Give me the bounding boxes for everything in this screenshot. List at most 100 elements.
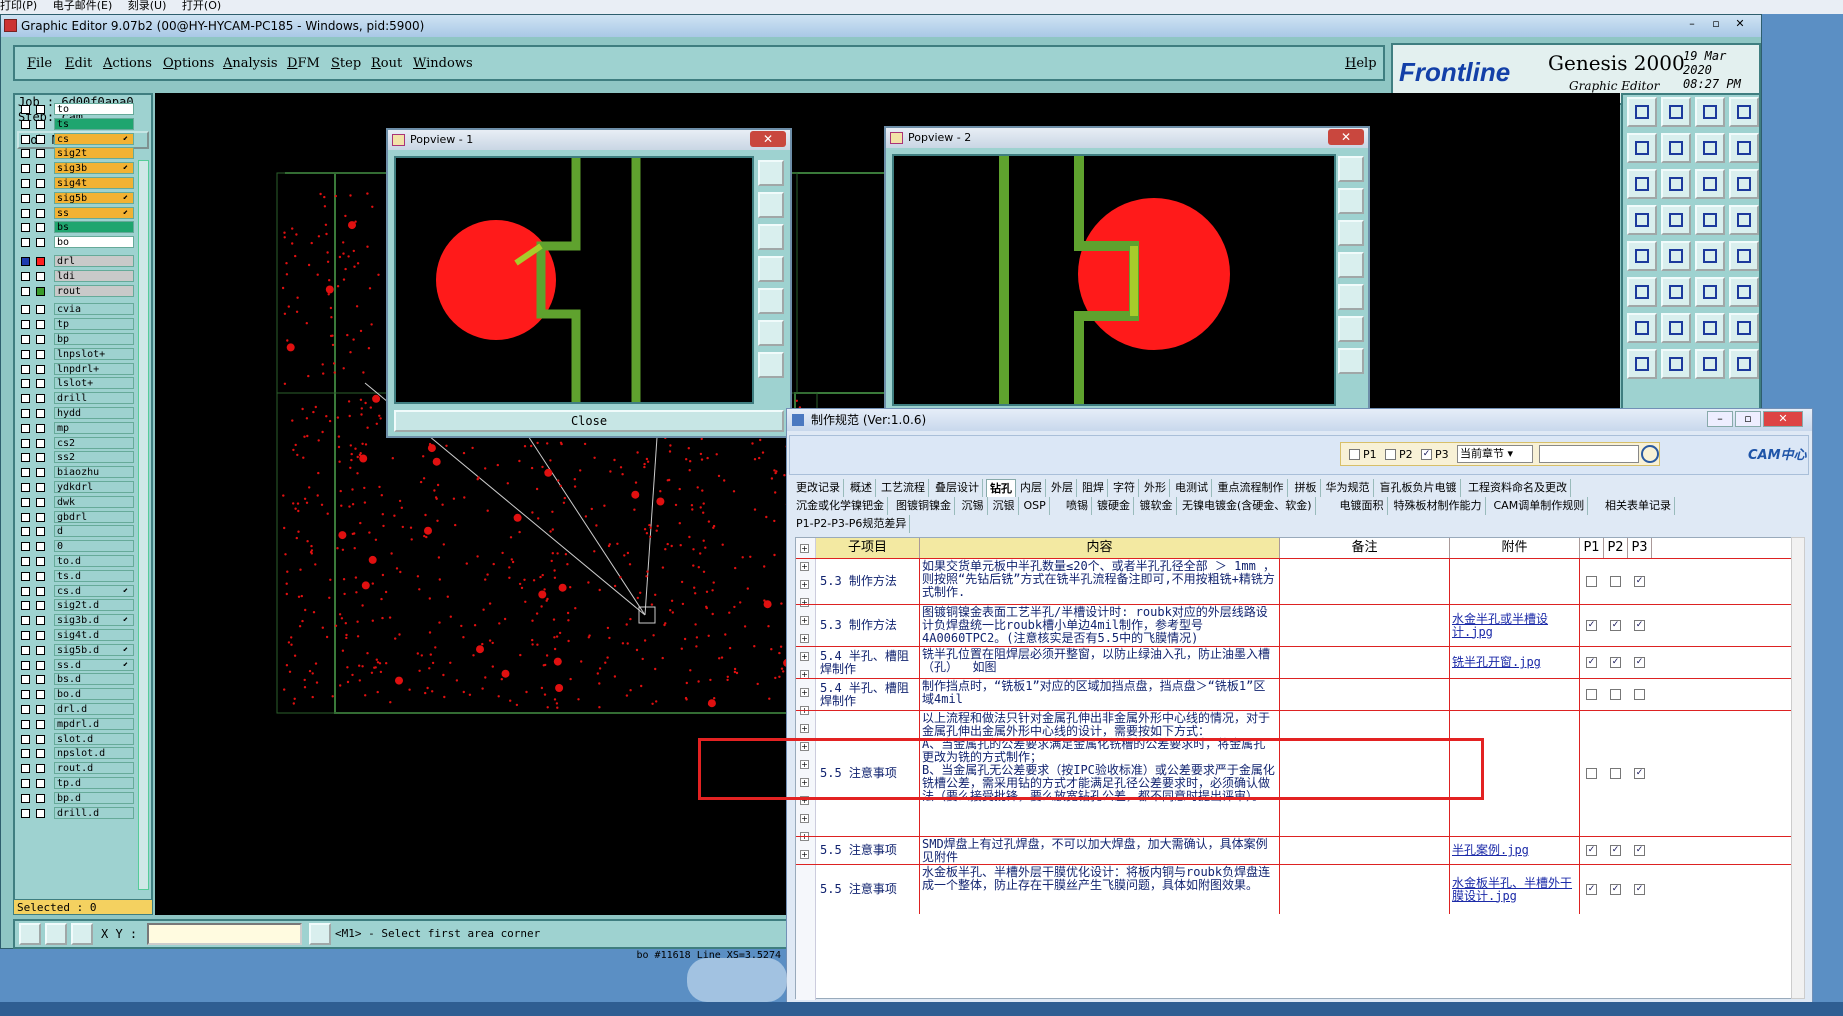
layer-row[interactable]: lslot+: [19, 377, 139, 390]
tab-1-8[interactable]: 无镍电镀金(含硬金、软金): [1179, 497, 1316, 515]
layer-display-checkbox[interactable]: [21, 749, 30, 759]
tab-1-0[interactable]: 沉金或化学镍钯金: [793, 497, 888, 515]
spec-search-input[interactable]: [1539, 445, 1639, 463]
layer-row[interactable]: ldi: [19, 269, 139, 283]
copy-icon[interactable]: [1661, 349, 1691, 379]
layer-row[interactable]: ts.d: [19, 569, 139, 583]
row-p1-checkbox[interactable]: [1586, 576, 1597, 587]
row-p2-checkbox[interactable]: ✓: [1610, 884, 1621, 895]
measure-icon[interactable]: [45, 923, 67, 945]
layer-row[interactable]: ss.d ⬋: [19, 658, 139, 672]
layer-affected-checkbox[interactable]: [36, 616, 45, 626]
save-view-icon[interactable]: [1338, 220, 1364, 246]
layer-row[interactable]: bs.d: [19, 673, 139, 686]
layer-affected-checkbox[interactable]: [36, 134, 45, 144]
layer-affected-checkbox[interactable]: [36, 179, 45, 188]
tab-1-5[interactable]: 喷锡: [1063, 497, 1092, 515]
select-icon[interactable]: [1729, 349, 1759, 379]
row-attachment-link[interactable]: [1450, 559, 1580, 604]
layer-affected-checkbox[interactable]: [36, 690, 45, 700]
row-p3-checkbox[interactable]: ✓: [1634, 884, 1645, 895]
os-menu-print[interactable]: 打印(P): [0, 0, 37, 12]
layer-display-checkbox[interactable]: [21, 764, 30, 774]
measure-icon[interactable]: [1627, 205, 1657, 235]
tab-0-15[interactable]: 工程资料命名及更改: [1465, 479, 1571, 497]
layer-row[interactable]: ydkdrl: [19, 481, 139, 494]
layer-affected-checkbox[interactable]: [36, 764, 45, 774]
row-p3-checkbox[interactable]: ✓: [1634, 768, 1645, 779]
tab-0-14[interactable]: 盲孔板负片电镀: [1377, 479, 1461, 497]
layer-row[interactable]: mpdrl.d: [19, 717, 139, 731]
layer-display-checkbox[interactable]: [21, 808, 30, 818]
row-p3-checkbox[interactable]: ✓: [1634, 576, 1645, 587]
layer-display-checkbox[interactable]: [21, 527, 30, 537]
spec-close-icon[interactable]: ✕: [1763, 411, 1803, 427]
point-icon[interactable]: [1729, 241, 1759, 271]
row-attachment-link[interactable]: 半孔案例.jpg: [1450, 837, 1580, 864]
snap-icon[interactable]: [1661, 205, 1691, 235]
layer-affected-checkbox[interactable]: [36, 542, 45, 552]
undo-icon[interactable]: [1729, 133, 1759, 163]
layer-display-checkbox[interactable]: [21, 379, 30, 389]
layer-row[interactable]: lnpslot+: [19, 347, 139, 361]
layer-affected-checkbox[interactable]: [36, 468, 45, 478]
resize-icon[interactable]: [1695, 349, 1725, 379]
zoom-area-icon[interactable]: [1661, 169, 1691, 199]
layer-display-checkbox[interactable]: [21, 483, 30, 492]
menu-step[interactable]: Step: [331, 56, 361, 71]
pan-left-icon[interactable]: [1338, 252, 1364, 278]
search-icon[interactable]: [1641, 445, 1659, 463]
magnifier-widget[interactable]: [687, 958, 787, 1002]
layer-affected-checkbox[interactable]: [36, 238, 45, 248]
layer-row[interactable]: to: [19, 103, 139, 116]
layer-affected-checkbox[interactable]: [36, 379, 45, 389]
mirror-icon[interactable]: [1729, 313, 1759, 343]
popview-1-close-icon[interactable]: ✕: [750, 131, 786, 147]
layer-row[interactable]: gbdrl: [19, 510, 139, 524]
tab-0-8[interactable]: 字符: [1110, 479, 1139, 497]
layer-affected-checkbox[interactable]: [36, 512, 45, 522]
layer-affected-checkbox[interactable]: [36, 793, 45, 803]
spec-vertical-scrollbar[interactable]: [1791, 537, 1805, 999]
layer-display-checkbox[interactable]: [21, 645, 30, 655]
layer-display-checkbox[interactable]: [21, 394, 30, 404]
layer-row[interactable]: cs2: [19, 436, 139, 450]
pan-right-icon[interactable]: [1661, 133, 1691, 163]
layer-row[interactable]: d: [19, 525, 139, 538]
popview-1-close-button[interactable]: Close: [394, 410, 784, 432]
layer-affected-checkbox[interactable]: [36, 497, 45, 507]
tab-1-7[interactable]: 镀软金: [1137, 497, 1177, 515]
layer-row[interactable]: sig2t.d: [19, 599, 139, 612]
layer-affected-checkbox[interactable]: [36, 149, 45, 159]
layer-affected-checkbox[interactable]: [36, 223, 45, 233]
layer-row[interactable]: bo: [19, 236, 139, 249]
layer-display-checkbox[interactable]: [21, 193, 30, 203]
row-p1-checkbox[interactable]: ✓: [1586, 845, 1597, 856]
tab-0-7[interactable]: 阻焊: [1079, 479, 1108, 497]
popview-2-close-icon[interactable]: ✕: [1328, 129, 1364, 145]
tab-0-1[interactable]: 概述: [847, 479, 876, 497]
layer-affected-checkbox[interactable]: [36, 645, 45, 655]
spec-minimize-icon[interactable]: –: [1707, 411, 1733, 427]
filter-p2-checkbox[interactable]: [1385, 449, 1396, 460]
layer-row[interactable]: cs.d ⬋: [19, 584, 139, 598]
row-attachment-link[interactable]: [1450, 679, 1580, 710]
row-p2-checkbox[interactable]: [1610, 768, 1621, 779]
row-p3-checkbox[interactable]: ✓: [1634, 845, 1645, 856]
layer-row[interactable]: ts: [19, 117, 139, 131]
tab-1-10[interactable]: 特殊板材制作能力: [1391, 497, 1486, 515]
tab-0-2[interactable]: 工艺流程: [878, 479, 929, 497]
layer-row[interactable]: cvia: [19, 303, 139, 316]
layer-affected-checkbox[interactable]: [36, 453, 45, 463]
grid-icon[interactable]: [71, 923, 93, 945]
layer-display-checkbox[interactable]: [21, 601, 30, 611]
layer-affected-checkbox[interactable]: [36, 364, 45, 374]
ratio-icon[interactable]: [1695, 169, 1725, 199]
layer-row[interactable]: bo.d: [19, 688, 139, 701]
layer-toggle-icon[interactable]: [1695, 205, 1725, 235]
window-icon[interactable]: [1729, 97, 1759, 127]
row-p2-checkbox[interactable]: ✓: [1610, 620, 1621, 631]
layer-row[interactable]: drill: [19, 392, 139, 405]
layer-display-checkbox[interactable]: [21, 512, 30, 522]
layer-row[interactable]: sig2t: [19, 147, 139, 160]
